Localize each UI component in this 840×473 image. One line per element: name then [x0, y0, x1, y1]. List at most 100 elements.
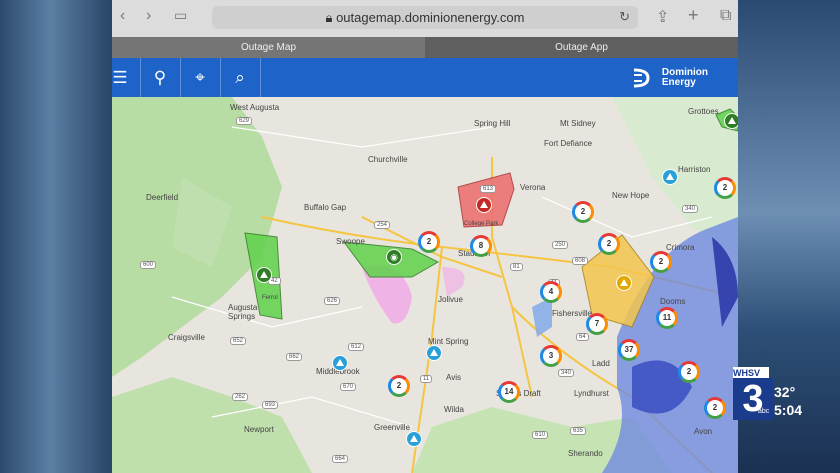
crew-assigned-icon[interactable]	[332, 355, 348, 371]
search-button[interactable]: ⌕	[220, 58, 261, 97]
town-label: Mt Sidney	[560, 119, 596, 128]
crosshair-icon: ⌖	[195, 68, 205, 87]
road-shield: 613	[480, 185, 497, 193]
road-shield: 664	[332, 455, 349, 463]
outage-cluster-marker[interactable]: 2	[714, 177, 736, 199]
town-label: Fort Defiance	[544, 139, 593, 148]
outage-area-icon[interactable]	[724, 113, 738, 129]
town-label: Jolivue	[438, 295, 463, 304]
town-label: Churchville	[368, 155, 408, 164]
search-icon: ⌕	[235, 68, 245, 87]
outage-cluster-marker[interactable]: 4	[540, 281, 562, 303]
menu-icon: ☰	[112, 68, 128, 87]
browser-toolbar: ‹ › ▭ 🔒︎ outagemap.dominionenergy.com ↻ …	[112, 0, 738, 37]
road-shield: 612	[348, 343, 365, 351]
url-text: outagemap.dominionenergy.com	[336, 10, 525, 25]
menu-button[interactable]: ☰	[112, 58, 141, 97]
outage-cluster-marker[interactable]: 2	[704, 397, 726, 419]
road-shield: 81	[510, 263, 523, 271]
outage-cluster-marker[interactable]: 7	[586, 313, 608, 335]
town-label: Craigsville	[168, 333, 205, 342]
road-shield: 626	[324, 297, 341, 305]
town-label: Wilda	[444, 405, 465, 414]
outage-cluster-marker[interactable]: 2	[418, 231, 440, 253]
brand-line2: Energy	[661, 77, 696, 88]
temperature: 32°	[774, 384, 796, 400]
outage-area-icon[interactable]	[256, 267, 272, 283]
town-label: Sherando	[568, 449, 603, 458]
outage-area-icon[interactable]	[476, 197, 492, 213]
town-label: New Hope	[612, 191, 650, 200]
share-icon[interactable]: ⇪	[656, 7, 669, 27]
town-label: College Park	[464, 221, 499, 227]
locate-button[interactable]: ⌖	[180, 58, 221, 97]
road-shield: 600	[140, 261, 157, 269]
tablet-screen: ‹ › ▭ 🔒︎ outagemap.dominionenergy.com ↻ …	[112, 0, 738, 473]
town-label: Verona	[520, 183, 546, 192]
map-base	[112, 97, 738, 473]
town-label: West Augusta	[230, 103, 280, 112]
road-shield: 262	[232, 393, 249, 401]
road-shield: 250	[552, 241, 569, 249]
bookmarks-icon[interactable]: ▭	[174, 7, 187, 24]
outage-cluster-marker[interactable]: 2	[388, 375, 410, 397]
outage-cluster-marker[interactable]: 2	[678, 361, 700, 383]
town-label: Swoope	[336, 237, 365, 246]
outage-cluster-marker[interactable]: 2	[650, 251, 672, 273]
reload-icon[interactable]: ↻	[619, 9, 630, 25]
outage-cluster-marker[interactable]: 2	[598, 233, 620, 255]
report-location-button[interactable]: ⚲	[140, 58, 181, 97]
town-label: Harriston	[678, 165, 711, 174]
crew-assigned-icon[interactable]	[662, 169, 678, 185]
road-shield: 610	[532, 431, 549, 439]
tab-outage-map[interactable]: Outage Map	[112, 37, 425, 58]
road-shield: 635	[570, 427, 587, 435]
outage-cluster-marker[interactable]: 8	[470, 235, 492, 257]
road-shield: 340	[682, 205, 699, 213]
tabs-icon[interactable]: ⧉	[720, 7, 731, 25]
town-label: Greenville	[374, 423, 411, 432]
time: 5:04	[774, 402, 803, 418]
road-shield: 662	[286, 353, 303, 361]
road-shield: 608	[572, 257, 589, 265]
road-shield: 254	[374, 221, 391, 229]
outage-map[interactable]: West Augusta Spring Hill Mt Sidney Fort …	[112, 97, 738, 473]
town-label: Ladd	[592, 359, 610, 368]
address-bar[interactable]: 🔒︎ outagemap.dominionenergy.com ↻	[212, 6, 638, 29]
town-label: Grottoes	[688, 107, 719, 116]
town-label: Dooms	[660, 297, 686, 306]
brand-name: Dominion Energy	[662, 68, 708, 88]
road-shield: 693	[262, 401, 279, 409]
town-label: Avon	[694, 427, 713, 436]
outage-cluster-marker[interactable]: 37	[618, 339, 640, 361]
road-shield: 629	[236, 117, 253, 125]
forward-icon[interactable]: ›	[146, 7, 151, 25]
outage-area-icon[interactable]	[616, 275, 632, 291]
dominion-logo-icon	[633, 68, 650, 88]
outage-cluster-marker[interactable]: 3	[540, 345, 562, 367]
lock-icon: 🔒︎	[325, 10, 333, 25]
town-label: Crimora	[666, 243, 695, 252]
town-label: Avis	[446, 373, 461, 382]
app-header: ☰ ⚲ ⌖ ⌕ Dominion Energy	[112, 58, 738, 97]
road-shield: 11	[420, 375, 433, 383]
road-shield: 340	[558, 369, 575, 377]
town-label: Deerfield	[146, 193, 179, 202]
outage-cluster-marker[interactable]: 2	[572, 201, 594, 223]
crew-assigned-icon[interactable]	[406, 431, 422, 447]
road-shield: 652	[230, 337, 247, 345]
road-shield: 670	[340, 383, 357, 391]
town-label: Ferrol	[262, 295, 278, 301]
eye-icon[interactable]: ◉	[386, 249, 402, 265]
new-tab-icon[interactable]: +	[688, 5, 699, 26]
town-label: Lyndhurst	[574, 389, 609, 398]
back-icon[interactable]: ‹	[120, 7, 125, 25]
outage-cluster-marker[interactable]: 14	[498, 381, 520, 403]
person-pin-icon: ⚲	[153, 68, 167, 87]
outage-cluster-marker[interactable]: 11	[656, 307, 678, 329]
town-label: Augusta Springs	[228, 303, 258, 321]
town-label: Newport	[244, 425, 274, 434]
tab-outage-app[interactable]: Outage App	[425, 37, 738, 58]
browser-tabs: Outage Map Outage App	[112, 37, 738, 58]
crew-assigned-icon[interactable]	[426, 345, 442, 361]
